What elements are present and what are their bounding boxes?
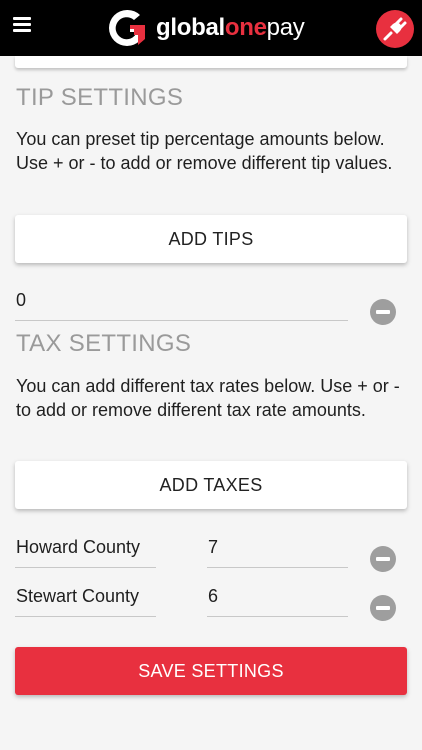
minus-icon [376,310,390,314]
tax-name-input[interactable]: Howard County [15,534,156,568]
add-taxes-button[interactable]: ADD TAXES [15,461,407,509]
remove-tax-button[interactable] [370,546,396,572]
add-tips-button[interactable]: ADD TIPS [15,215,407,263]
tax-name-input[interactable]: Stewart County [15,583,156,617]
tax-settings-title: TAX SETTINGS [16,330,192,357]
tax-rate-input[interactable]: 7 [207,534,348,568]
minus-icon [376,557,390,561]
logo-wordmark: globalonepay [156,14,305,41]
save-settings-button[interactable]: SAVE SETTINGS [15,647,407,695]
tip-value-input[interactable]: 0 [15,287,348,321]
hamburger-menu-icon[interactable] [13,17,31,32]
app-header: globalonepay [0,0,422,56]
plug-button[interactable] [376,10,414,48]
tip-settings-title: TIP SETTINGS [16,84,184,111]
minus-icon [376,606,390,610]
tip-settings-description: You can preset tip percentage amounts be… [16,129,393,173]
previous-card-edge [15,56,407,68]
app-logo: globalonepay [104,6,305,50]
logo-g-icon [109,9,145,46]
remove-tip-button[interactable] [370,299,396,325]
tax-rate-input[interactable]: 6 [207,583,348,617]
plug-icon [383,17,407,41]
tax-settings-description: You can add different tax rates below. U… [16,376,400,420]
remove-tax-button[interactable] [370,595,396,621]
